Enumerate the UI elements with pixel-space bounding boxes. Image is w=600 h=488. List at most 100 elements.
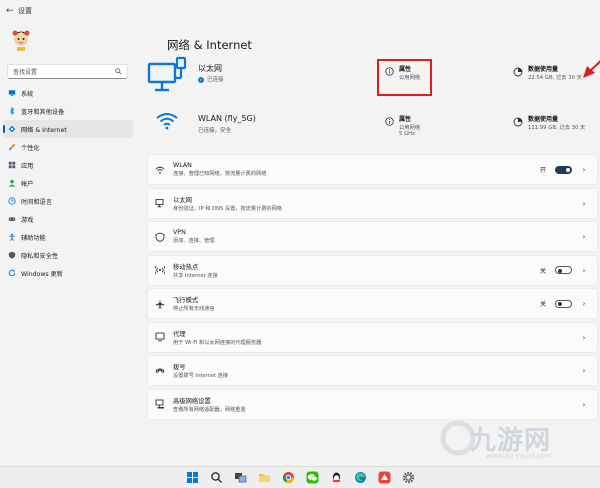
settings-card[interactable]: WLAN 连接、管理已知网络，按流量计费的网络开 › xyxy=(147,154,598,185)
vpn-shield-icon xyxy=(155,232,165,242)
data-usage-label: 数据使用量 xyxy=(528,66,559,73)
search-icon[interactable] xyxy=(210,471,223,484)
toggle-switch[interactable] xyxy=(555,165,572,174)
sidebar-item[interactable]: 系统 xyxy=(3,84,133,102)
windows-start-icon[interactable] xyxy=(186,471,199,484)
search-input[interactable]: 查找设置 xyxy=(13,67,115,76)
wechat-icon[interactable] xyxy=(306,471,319,484)
connected-check-icon: ✓ xyxy=(198,76,204,83)
sidebar-item-label: 隐私和安全性 xyxy=(21,252,59,260)
card-text: 以太网 身份验证、IP 和 DNS 设置，按流量计费的网络 xyxy=(173,195,581,212)
wlan-properties[interactable]: 属性 公用网络 5 GHz xyxy=(385,114,420,137)
annotation-arrow-icon xyxy=(583,60,600,78)
settings-list: WLAN 连接、管理已知网络，按流量计费的网络开 › 以太网 身份验证、IP 和 DNS… xyxy=(147,154,598,422)
hotspot-icon xyxy=(155,265,165,275)
wlan-data-usage[interactable]: 数据使用量 111.99 GB, 过去 30 天 xyxy=(513,114,585,131)
settings-card[interactable]: 移动热点 共享 Internet 连接关 › xyxy=(147,254,598,286)
sidebar-item[interactable]: 应用 xyxy=(3,156,133,174)
card-text: 高级网络设置 查看所有网络适配器，网络重置 xyxy=(173,396,581,413)
chevron-right-icon: › xyxy=(582,366,586,375)
sidebar-item-label: 时间和语言 xyxy=(21,198,52,206)
search-box[interactable]: 查找设置 xyxy=(7,64,128,79)
chevron-right-icon: › xyxy=(582,265,586,275)
sidebar-item[interactable]: 帐户 xyxy=(3,174,133,192)
sidebar-item-label: 辅助功能 xyxy=(21,234,46,242)
wlan-row: WLAN (fly_5G) 已连接，安全 属性 公用网络 5 GHz 数据使用量 11… xyxy=(147,107,600,157)
ethernet-name: 以太网 xyxy=(198,64,222,73)
sidebar-item-label: 游戏 xyxy=(21,216,34,224)
card-text: 代理 用于 Wi-Fi 和以太网连接的代理服务器 xyxy=(173,329,581,346)
card-subtitle: 添加、连接、管理 xyxy=(173,238,215,244)
ethernet-data-usage[interactable]: 数据使用量 22.54 GB, 过去 30 天 xyxy=(513,64,582,81)
toggle-switch[interactable] xyxy=(555,299,572,308)
ethernet-monitor-icon xyxy=(147,56,187,92)
wifi-signal-icon xyxy=(156,113,178,130)
sidebar-item-label: 个性化 xyxy=(21,144,40,152)
ethernet-row: 以太网 ✓ 已连接 属性 公用网络 数据使用量 22.54 GB, 过去 30 天 xyxy=(147,54,600,104)
sidebar-item[interactable]: 网络 & Internet xyxy=(3,120,133,138)
sidebar-item[interactable]: 辅助功能 xyxy=(3,228,133,246)
card-subtitle: 设置拨号 Internet 连接 xyxy=(173,373,229,379)
sidebar-item-label: 系统 xyxy=(21,90,34,98)
sidebar-item[interactable]: 蓝牙和其他设备 xyxy=(3,102,133,120)
airplane-icon xyxy=(155,299,165,308)
sidebar-item-label: 帐户 xyxy=(21,180,34,188)
account-icon xyxy=(8,179,16,187)
sidebar: 查找设置 系统蓝牙和其他设备网络 & Internet 个性化应用帐户时间和语言游… xyxy=(0,22,140,462)
window-title: 设置 xyxy=(18,7,32,15)
card-title: 飞行模式 xyxy=(173,297,199,304)
data-usage-label: 数据使用量 xyxy=(528,116,559,123)
gamepad-icon xyxy=(8,217,16,221)
settings-card[interactable]: VPN 添加、连接、管理 › xyxy=(147,221,598,252)
chevron-right-icon: › xyxy=(582,198,586,208)
file-explorer-icon[interactable] xyxy=(258,471,271,484)
card-text: 拨号 设置拨号 Internet 连接 xyxy=(173,362,581,379)
search-icon[interactable] xyxy=(115,68,122,75)
card-controls: 关 › xyxy=(540,266,587,275)
sidebar-item[interactable]: Windows 更新 xyxy=(3,264,133,282)
chrome-icon[interactable] xyxy=(282,471,295,484)
properties-label: 属性 xyxy=(399,116,412,123)
sidebar-item[interactable]: 隐私和安全性 xyxy=(3,246,133,264)
network-icon xyxy=(8,125,16,133)
wifi-icon xyxy=(155,166,165,174)
sidebar-nav: 系统蓝牙和其他设备网络 & Internet 个性化应用帐户时间和语言游戏辅助功能… xyxy=(3,84,133,282)
settings-card[interactable]: 代理 用于 Wi-Fi 和以太网连接的代理服务器 › xyxy=(147,321,598,353)
avatar[interactable] xyxy=(10,29,32,53)
proxy-icon xyxy=(155,332,165,342)
task-view-icon[interactable] xyxy=(234,471,247,484)
card-text: WLAN 连接、管理已知网络，按流量计费的网络 xyxy=(173,162,540,177)
shield-icon xyxy=(8,251,16,259)
settings-card[interactable]: 飞行模式 停止所有无线通信关 › xyxy=(147,288,598,319)
wlan-status: 已连接，安全 xyxy=(198,128,232,134)
card-text: 飞行模式 停止所有无线通信 xyxy=(173,295,540,312)
card-controls: › xyxy=(581,366,587,375)
brush-icon xyxy=(8,143,16,151)
card-controls: 开 › xyxy=(540,165,587,174)
data-usage-value: 111.99 GB, 过去 30 天 xyxy=(528,125,586,131)
update-icon xyxy=(8,269,16,277)
page-title: 网络 & Internet xyxy=(167,38,252,52)
card-subtitle: 用于 Wi-Fi 和以太网连接的代理服务器 xyxy=(173,339,262,346)
edge-icon[interactable] xyxy=(354,471,367,484)
card-subtitle: 连接、管理已知网络，按流量计费的网络 xyxy=(173,171,267,177)
toggle-switch[interactable] xyxy=(555,266,572,274)
settings-icon[interactable] xyxy=(402,471,415,484)
sidebar-item-label: 网络 & Internet xyxy=(21,126,67,134)
settings-card[interactable]: 拨号 设置拨号 Internet 连接 › xyxy=(147,355,598,386)
app-icon[interactable] xyxy=(378,471,391,484)
taskbar xyxy=(0,466,600,488)
chevron-right-icon: › xyxy=(582,232,586,241)
settings-card[interactable]: 以太网 身份验证、IP 和 DNS 设置，按流量计费的网络 › xyxy=(147,187,598,219)
back-arrow-icon[interactable]: ← xyxy=(6,6,18,16)
sidebar-item[interactable]: 个性化 xyxy=(3,138,133,156)
sidebar-item[interactable]: 时间和语言 xyxy=(3,192,133,210)
toggle-state-label: 关 xyxy=(539,267,546,275)
title-bar: ← 设置 xyxy=(0,0,600,22)
network-profile: 公用网络 xyxy=(399,125,421,131)
connection-summary: 以太网 ✓ 已连接 属性 公用网络 数据使用量 22.54 GB, 过去 30 天 W… xyxy=(147,54,600,162)
dialup-icon xyxy=(155,368,165,373)
card-title: 代理 xyxy=(173,330,186,338)
qq-icon[interactable] xyxy=(330,471,343,484)
sidebar-item[interactable]: 游戏 xyxy=(3,210,133,228)
